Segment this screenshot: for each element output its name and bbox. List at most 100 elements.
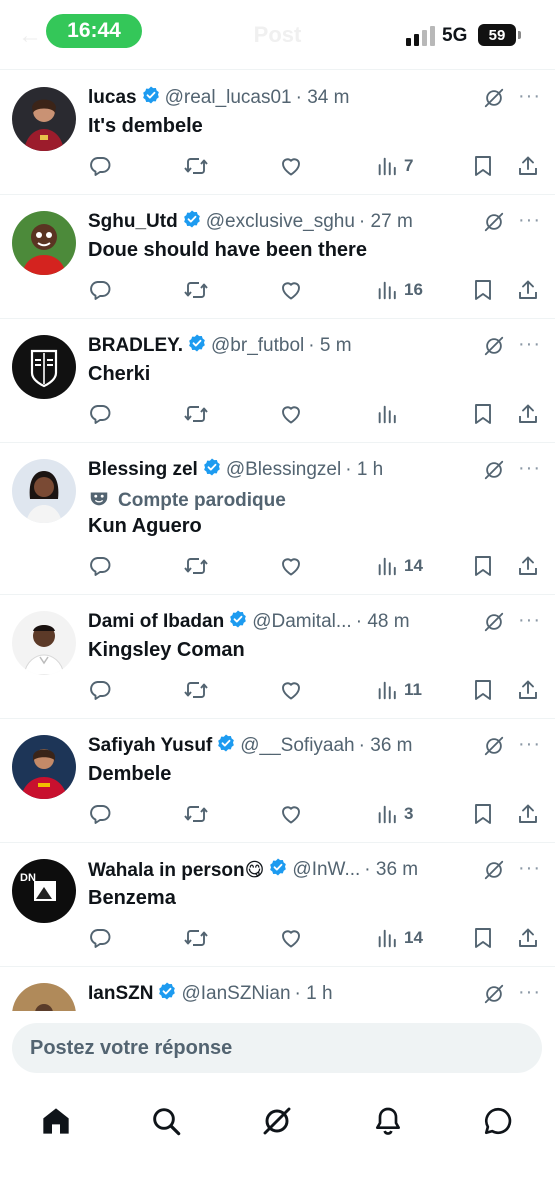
reply-button[interactable] — [88, 399, 112, 429]
avatar[interactable] — [12, 87, 76, 151]
repost-button[interactable] — [183, 551, 209, 581]
views-button[interactable]: 7 — [376, 151, 413, 181]
grok-explain-icon[interactable] — [483, 859, 505, 886]
avatar[interactable] — [12, 983, 76, 1011]
share-button[interactable] — [516, 675, 540, 705]
tweet-row[interactable]: lucas @real_lucas01 · 34 m ··· It's dembele 7 — [0, 71, 555, 195]
share-button[interactable] — [516, 799, 540, 829]
reply-input[interactable]: Postez votre réponse — [12, 1023, 542, 1073]
like-button[interactable] — [279, 275, 303, 305]
user-name[interactable]: Wahala in person😋 — [88, 859, 264, 882]
views-icon — [376, 403, 398, 425]
grok-explain-icon[interactable] — [483, 983, 505, 1010]
more-options-icon[interactable]: ··· — [518, 457, 541, 480]
share-button[interactable] — [516, 551, 540, 581]
timestamp: · 36 m — [358, 735, 413, 756]
repost-button[interactable] — [183, 275, 209, 305]
more-options-icon[interactable]: ··· — [518, 981, 541, 1004]
avatar[interactable] — [12, 335, 76, 399]
share-button[interactable] — [516, 923, 540, 953]
repost-button[interactable] — [183, 799, 209, 829]
reply-icon — [88, 402, 112, 426]
grok-explain-icon[interactable] — [483, 211, 505, 238]
repost-button[interactable] — [183, 923, 209, 953]
reply-button[interactable] — [88, 675, 112, 705]
views-button[interactable] — [376, 399, 404, 429]
tweet-text: Kingsley Coman — [88, 639, 245, 661]
tweet-row[interactable]: Dami of Ibadan @Damital... · 48 m ··· Kingsl… — [0, 595, 555, 719]
tweet-header: Dami of Ibadan @Damital... · 48 m — [88, 609, 475, 635]
repost-button[interactable] — [183, 675, 209, 705]
more-options-icon[interactable]: ··· — [518, 85, 541, 108]
avatar[interactable] — [12, 611, 76, 675]
views-button[interactable]: 3 — [376, 799, 413, 829]
tab-notifications[interactable] — [368, 1101, 408, 1141]
grok-explain-icon[interactable] — [483, 735, 505, 762]
tweet-header: Sghu_Utd @exclusive_sghu · 27 m — [88, 209, 475, 235]
user-name[interactable]: lucas — [88, 87, 137, 109]
tab-grok[interactable] — [257, 1101, 297, 1141]
repost-button[interactable] — [183, 151, 209, 181]
more-options-icon[interactable]: ··· — [518, 209, 541, 232]
avatar[interactable]: DN — [12, 859, 76, 923]
user-name[interactable]: Safiyah Yusuf — [88, 735, 212, 757]
more-options-icon[interactable]: ··· — [518, 733, 541, 756]
reply-button[interactable] — [88, 151, 112, 181]
like-button[interactable] — [279, 151, 303, 181]
like-button[interactable] — [279, 551, 303, 581]
status-bar: ← Post 16:44 5G 59 — [0, 0, 555, 70]
grok-explain-icon[interactable] — [483, 459, 505, 486]
avatar[interactable] — [12, 735, 76, 799]
views-button[interactable]: 14 — [376, 923, 423, 953]
user-name[interactable]: Blessing zel — [88, 459, 198, 481]
user-name[interactable]: BRADLEY. — [88, 335, 183, 357]
reply-button[interactable] — [88, 923, 112, 953]
bookmark-button[interactable] — [472, 275, 494, 305]
tweet-actions: 3 — [88, 799, 543, 829]
grok-explain-icon[interactable] — [483, 611, 505, 638]
share-button[interactable] — [516, 275, 540, 305]
like-button[interactable] — [279, 799, 303, 829]
tab-home[interactable] — [36, 1101, 76, 1141]
avatar[interactable] — [12, 459, 76, 523]
more-options-icon[interactable]: ··· — [518, 609, 541, 632]
tweet-header: BRADLEY. @br_futbol · 5 m — [88, 333, 475, 359]
bookmark-button[interactable] — [472, 399, 494, 429]
grok-explain-icon[interactable] — [483, 335, 505, 362]
like-button[interactable] — [279, 399, 303, 429]
bookmark-button[interactable] — [472, 675, 494, 705]
bookmark-button[interactable] — [472, 799, 494, 829]
tweet-row[interactable]: IanSZN @IanSZNian · 1 h ··· — [0, 967, 555, 1011]
views-button[interactable]: 16 — [376, 275, 423, 305]
views-button[interactable]: 11 — [376, 675, 422, 705]
avatar[interactable] — [12, 211, 76, 275]
like-button[interactable] — [279, 675, 303, 705]
reply-button[interactable] — [88, 799, 112, 829]
reply-button[interactable] — [88, 551, 112, 581]
more-options-icon[interactable]: ··· — [518, 857, 541, 880]
more-options-icon[interactable]: ··· — [518, 333, 541, 356]
verified-badge-icon — [182, 209, 202, 235]
bookmark-button[interactable] — [472, 923, 494, 953]
replies-feed[interactable]: lucas @real_lucas01 · 34 m ··· It's dembele 7… — [0, 71, 555, 1011]
tweet-row[interactable]: Blessing zel @Blessingzel · 1 h ··· Compte p… — [0, 443, 555, 595]
tweet-row[interactable]: Safiyah Yusuf @__Sofiyaah · 36 m ··· Dembele… — [0, 719, 555, 843]
tab-search[interactable] — [146, 1101, 186, 1141]
reply-button[interactable] — [88, 275, 112, 305]
share-button[interactable] — [516, 151, 540, 181]
like-button[interactable] — [279, 923, 303, 953]
tab-messages[interactable] — [478, 1101, 518, 1141]
repost-button[interactable] — [183, 399, 209, 429]
bookmark-button[interactable] — [472, 551, 494, 581]
views-icon — [376, 155, 398, 177]
share-button[interactable] — [516, 399, 540, 429]
user-name[interactable]: Sghu_Utd — [88, 211, 178, 233]
bookmark-button[interactable] — [472, 151, 494, 181]
tweet-row[interactable]: Sghu_Utd @exclusive_sghu · 27 m ··· Doue sho… — [0, 195, 555, 319]
tweet-row[interactable]: DN Wahala in person😋 @InW... · 36 m ··· Benze… — [0, 843, 555, 967]
user-name[interactable]: IanSZN — [88, 983, 153, 1005]
tweet-row[interactable]: BRADLEY. @br_futbol · 5 m ··· Cherki — [0, 319, 555, 443]
user-name[interactable]: Dami of Ibadan — [88, 611, 224, 633]
views-button[interactable]: 14 — [376, 551, 423, 581]
grok-explain-icon[interactable] — [483, 87, 505, 114]
